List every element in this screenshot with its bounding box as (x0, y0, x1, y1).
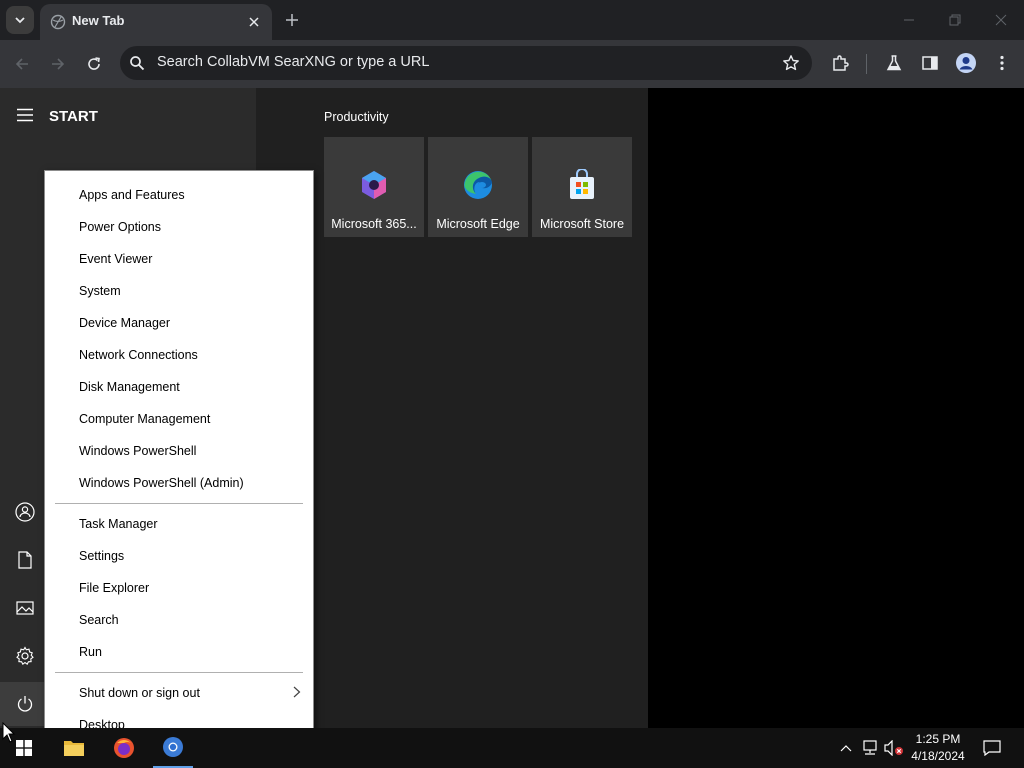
side-panel-button[interactable] (918, 51, 942, 75)
profile-icon (956, 53, 976, 73)
user-icon (15, 502, 35, 522)
menu-item-windows-powershell[interactable]: Windows PowerShell (79, 444, 196, 458)
network-tray-button[interactable] (860, 738, 880, 758)
taskbar: 1:25 PM 4/18/2024 (0, 728, 1024, 768)
tray-overflow-button[interactable] (836, 738, 856, 758)
file-explorer-icon (64, 741, 84, 756)
submenu-chevron-right-icon (293, 686, 301, 698)
new-tab-button[interactable] (280, 8, 304, 32)
network-icon (863, 740, 877, 755)
menu-item-apps-and-features[interactable]: Apps and Features (79, 188, 185, 202)
menu-item-device-manager[interactable]: Device Manager (79, 316, 170, 330)
tile-microsoft-edge[interactable]: Microsoft Edge (428, 137, 528, 237)
back-arrow-icon (15, 58, 28, 70)
menu-item-settings[interactable]: Settings (79, 549, 124, 563)
edge-icon (464, 171, 492, 199)
power-button[interactable] (13, 692, 37, 716)
menu-item-system[interactable]: System (79, 284, 121, 298)
profile-button[interactable] (954, 51, 978, 75)
microsoft-365-icon (362, 171, 386, 199)
puzzle-icon (833, 55, 849, 71)
taskbar-chrome[interactable] (153, 728, 193, 768)
toolbar-divider (866, 54, 867, 74)
tab-close-button[interactable] (244, 12, 264, 32)
user-account-button[interactable] (13, 500, 37, 524)
start-tiles-panel: Productivity Microsoft 365... Microsoft … (256, 88, 648, 728)
notification-icon (983, 740, 1001, 756)
reload-icon (88, 57, 100, 70)
search-icon (130, 56, 145, 71)
tile-label: Microsoft 365... (331, 217, 417, 231)
address-placeholder: Search CollabVM SearXNG or type a URL (157, 54, 430, 70)
windows-logo-icon (16, 740, 32, 756)
start-title: START (49, 108, 98, 125)
tile-microsoft-store[interactable]: Microsoft Store (532, 137, 632, 237)
clock-date[interactable]: 4/18/2024 (900, 749, 976, 763)
forward-button[interactable] (44, 50, 72, 78)
tab-strip: New Tab (0, 0, 1024, 40)
plus-icon (286, 14, 298, 26)
mouse-cursor-icon (2, 722, 16, 743)
extensions-button[interactable] (828, 51, 852, 75)
minimize-icon (904, 19, 914, 21)
back-button[interactable] (8, 50, 36, 78)
power-icon (17, 696, 33, 712)
notifications-button[interactable] (982, 738, 1002, 758)
menu-item-task-manager[interactable]: Task Manager (79, 517, 158, 531)
labs-button[interactable] (882, 51, 906, 75)
menu-item-network-connections[interactable]: Network Connections (79, 348, 198, 362)
settings-icon (16, 646, 34, 666)
hamburger-menu-icon[interactable] (16, 108, 34, 122)
menu-item-shut-down-or-sign-out[interactable]: Shut down or sign out (79, 686, 200, 700)
tab-title: New Tab (72, 13, 125, 28)
restore-icon (949, 14, 961, 26)
globe-icon (50, 14, 66, 30)
clock-time[interactable]: 1:25 PM (900, 732, 976, 746)
menu-item-windows-powershell-admin[interactable]: Windows PowerShell (Admin) (79, 476, 244, 490)
firefox-icon (114, 738, 134, 758)
bookmark-star-icon[interactable] (782, 54, 800, 72)
restore-button[interactable] (932, 0, 978, 40)
flask-icon (886, 55, 902, 71)
menu-separator (55, 672, 303, 673)
winx-context-menu: Apps and Features Power Options Event Vi… (44, 170, 314, 750)
taskbar-file-explorer[interactable] (54, 728, 94, 768)
forward-arrow-icon (52, 58, 65, 70)
menu-item-computer-management[interactable]: Computer Management (79, 412, 210, 426)
tile-microsoft-365[interactable]: Microsoft 365... (324, 137, 424, 237)
menu-item-search[interactable]: Search (79, 613, 119, 627)
chrome-icon (163, 737, 183, 757)
close-icon (995, 14, 1007, 26)
menu-item-disk-management[interactable]: Disk Management (79, 380, 180, 394)
store-icon (570, 169, 594, 199)
tile-label: Microsoft Edge (436, 217, 520, 231)
menu-button[interactable] (990, 51, 1014, 75)
pictures-button[interactable] (13, 596, 37, 620)
tab-new-tab[interactable]: New Tab (40, 4, 272, 40)
address-bar[interactable]: Search CollabVM SearXNG or type a URL (120, 46, 812, 80)
settings-button[interactable] (13, 644, 37, 668)
browser-toolbar: Search CollabVM SearXNG or type a URL (0, 40, 1024, 88)
tile-label: Microsoft Store (539, 217, 625, 231)
minimize-button[interactable] (886, 0, 932, 40)
menu-item-run[interactable]: Run (79, 645, 102, 659)
close-window-button[interactable] (978, 0, 1024, 40)
more-vert-icon (1000, 55, 1004, 71)
pictures-icon (16, 601, 34, 615)
menu-item-event-viewer[interactable]: Event Viewer (79, 252, 152, 266)
taskbar-firefox[interactable] (104, 728, 144, 768)
menu-item-power-options[interactable]: Power Options (79, 220, 161, 234)
menu-separator (55, 503, 303, 504)
tile-group-title: Productivity (324, 110, 389, 124)
tab-search-button[interactable] (6, 6, 34, 34)
close-icon (249, 17, 259, 27)
documents-button[interactable] (13, 548, 37, 572)
chevron-down-icon (15, 17, 25, 24)
chevron-up-icon (840, 745, 852, 752)
reload-button[interactable] (80, 50, 108, 78)
menu-item-file-explorer[interactable]: File Explorer (79, 581, 149, 595)
document-icon (18, 551, 32, 569)
side-panel-icon (922, 56, 938, 70)
